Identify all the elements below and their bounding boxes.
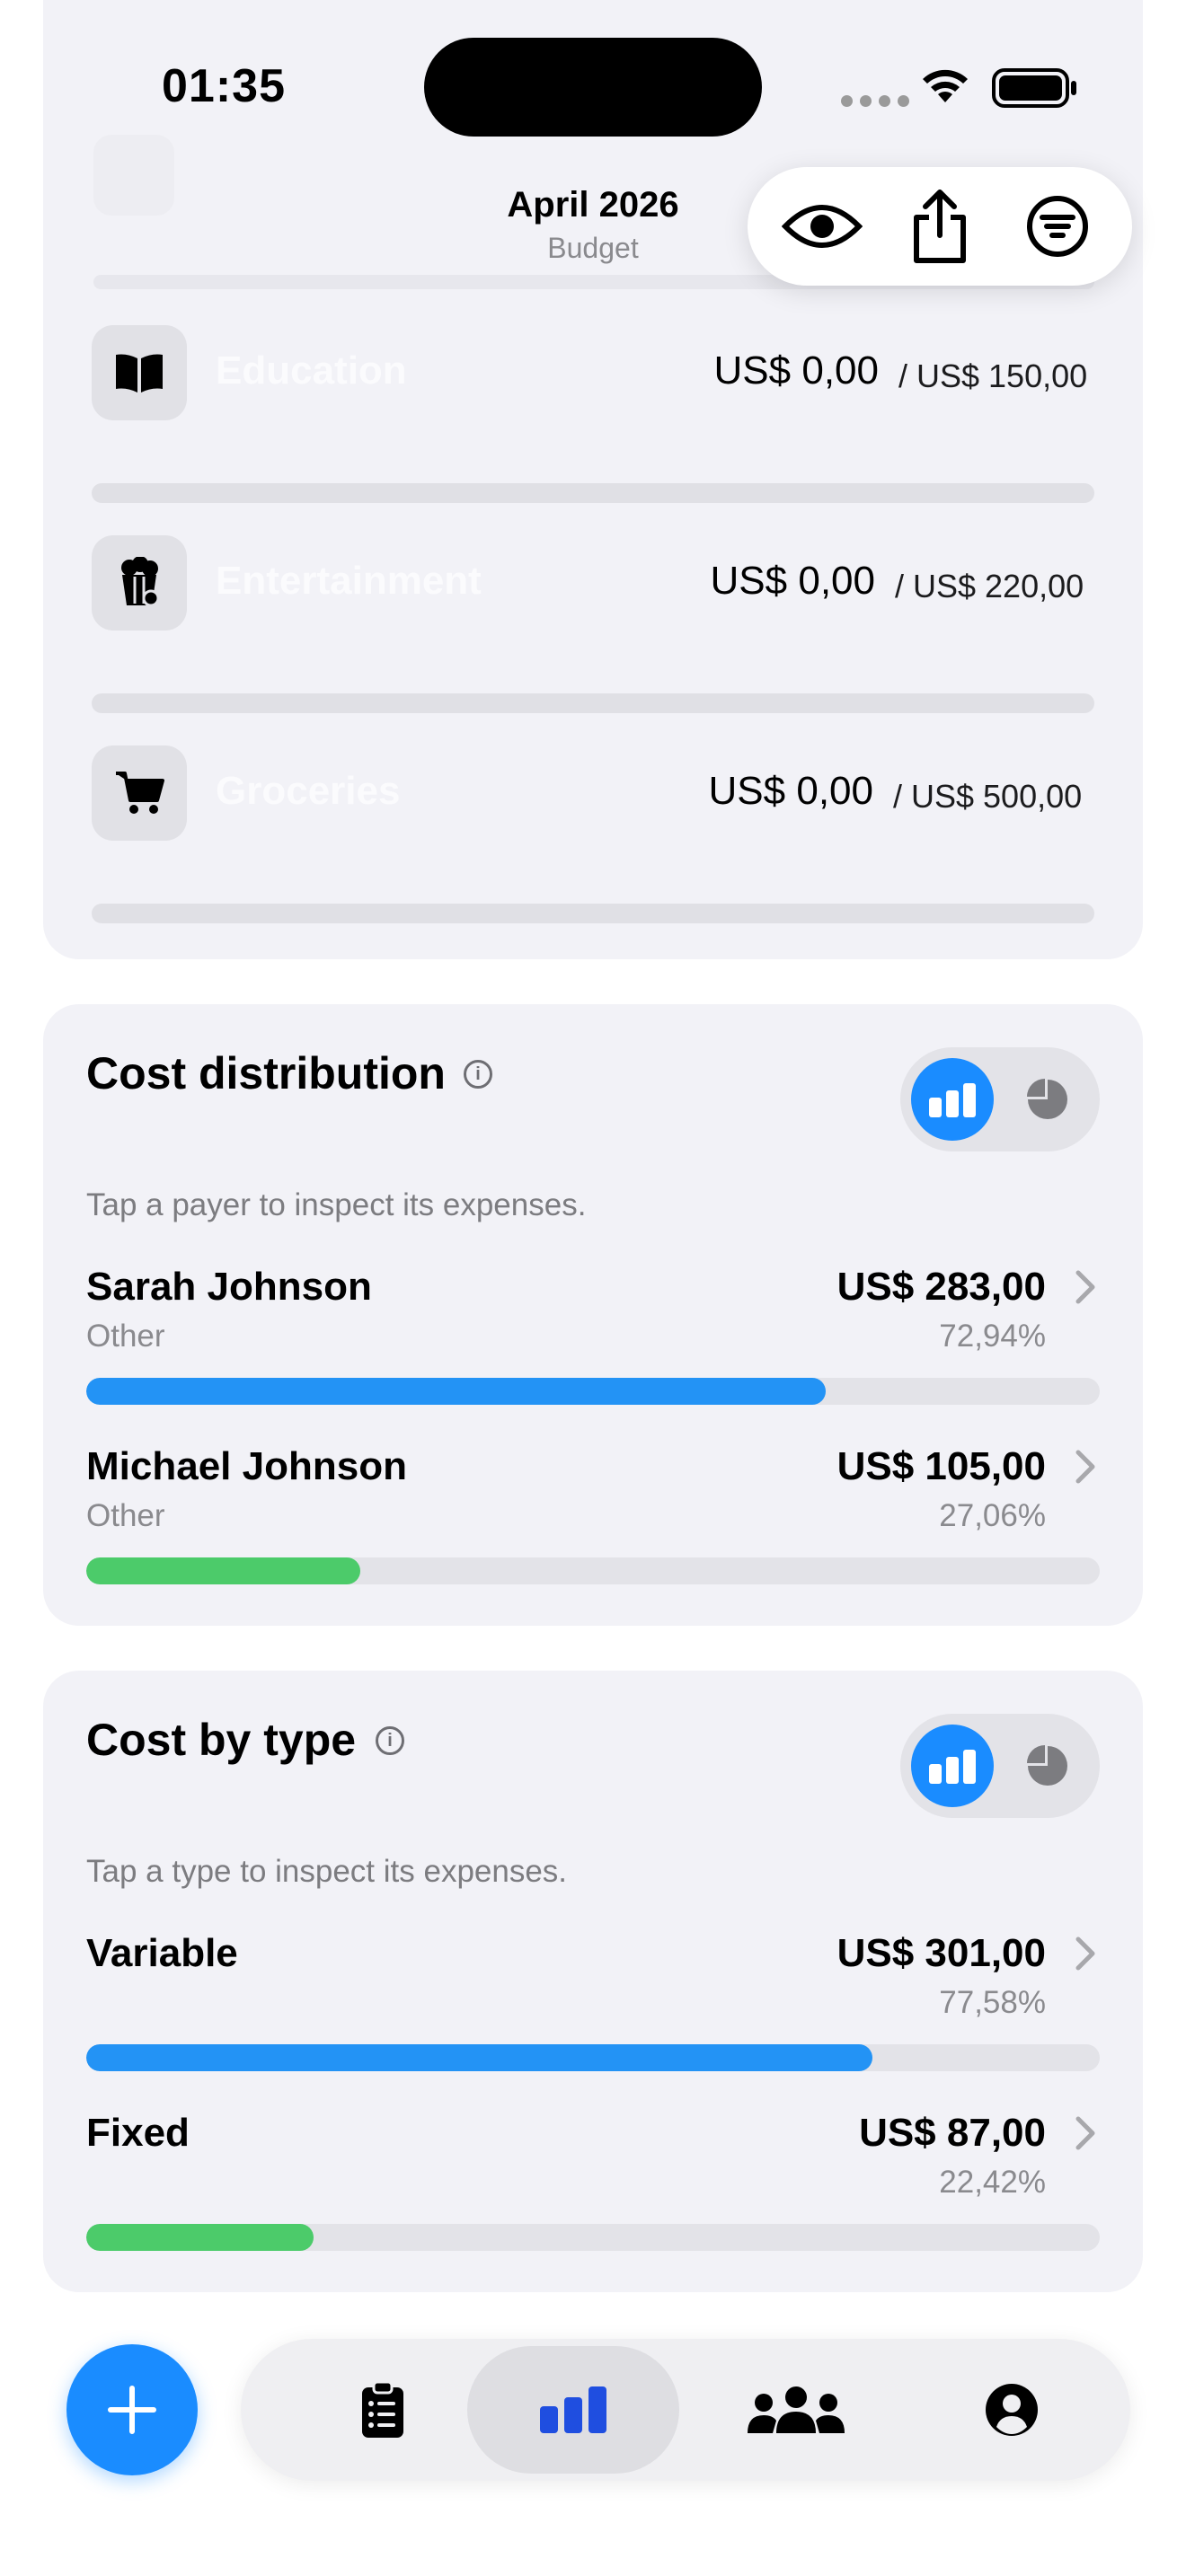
dynamic-island [424,38,762,137]
payer-progress-track [86,1378,1100,1405]
category-name: Groceries [216,769,401,813]
tab-bar [241,2339,1130,2481]
category-total: / US$ 150,00 [898,357,1088,394]
type-amount: US$ 87,00 [859,2111,1046,2155]
share-icon[interactable] [895,181,985,271]
payer-percent: 72,94% [939,1319,1046,1354]
info-icon[interactable]: i [376,1726,404,1755]
section-title: Cost by type [86,1715,357,1765]
bar-chart-toggle[interactable] [911,1058,994,1141]
battery-icon [992,68,1078,112]
category-progress-track [92,904,1094,923]
category-amount: US$ 0,00 [710,559,875,603]
category-progress-track [92,693,1094,713]
category-amount: US$ 0,00 [708,769,873,813]
toolbar [748,167,1132,286]
plus-icon [108,2386,156,2434]
payer-name: Michael Johnson [86,1444,407,1488]
chevron-right-icon [1075,2113,1096,2162]
pie-chart-toggle[interactable] [1006,1725,1089,1807]
type-name: Variable [86,1931,238,1975]
tab-members[interactable] [690,2346,902,2474]
type-progress-fill [86,2044,873,2071]
eye-icon[interactable] [777,181,867,271]
chevron-right-icon [1075,1933,1096,1982]
payer-subtitle: Other [86,1498,165,1533]
section-title: Cost distribution [86,1048,446,1098]
payer-progress-fill [86,1557,361,1584]
hint-text: Tap a payer to inspect its expenses. [86,1187,587,1222]
type-percent: 77,58% [939,1985,1046,2020]
category-row-entertainment[interactable] [92,535,187,631]
category-amount: US$ 0,00 [713,348,879,393]
hint-text: Tap a type to inspect its expenses. [86,1854,568,1889]
people-icon [748,2386,845,2433]
status-time: 01:35 [162,60,286,112]
bar-chart-icon [540,2386,606,2433]
person-circle-icon [986,2384,1038,2436]
category-name: Entertainment [216,559,482,603]
info-icon[interactable]: i [464,1060,492,1089]
category-row-groceries[interactable] [92,745,187,841]
add-button[interactable] [66,2344,198,2475]
payer-amount: US$ 105,00 [836,1444,1046,1488]
chevron-right-icon [1075,1266,1096,1316]
type-name: Fixed [86,2111,190,2155]
type-amount: US$ 301,00 [836,1931,1046,1975]
payer-subtitle: Other [86,1319,165,1354]
category-row-education[interactable] [92,325,187,420]
payer-percent: 27,06% [939,1498,1046,1533]
clipboard-list-icon [362,2380,403,2438]
cart-icon [92,745,187,841]
wifi-icon [918,65,972,109]
payer-amount: US$ 283,00 [836,1265,1046,1309]
pie-chart-toggle[interactable] [1006,1058,1089,1141]
category-total: / US$ 500,00 [893,778,1083,815]
filter-icon[interactable] [1013,181,1102,271]
payer-progress-fill [86,1378,826,1405]
bar-chart-toggle[interactable] [911,1725,994,1807]
tab-list[interactable] [277,2346,489,2474]
book-icon [92,325,187,420]
tab-profile[interactable] [906,2346,1118,2474]
tab-statistics[interactable] [467,2346,679,2474]
category-name: Education [216,348,407,393]
type-progress-track [86,2044,1100,2071]
payer-name: Sarah Johnson [86,1265,372,1309]
category-total: / US$ 220,00 [895,568,1084,604]
type-progress-fill [86,2224,314,2251]
payer-progress-track [86,1557,1100,1584]
type-progress-track [86,2224,1100,2251]
type-percent: 22,42% [939,2165,1046,2200]
category-progress-track [92,483,1094,503]
chevron-right-icon [1075,1446,1096,1495]
cellular-signal-icon [841,95,909,107]
popcorn-icon [92,535,187,631]
